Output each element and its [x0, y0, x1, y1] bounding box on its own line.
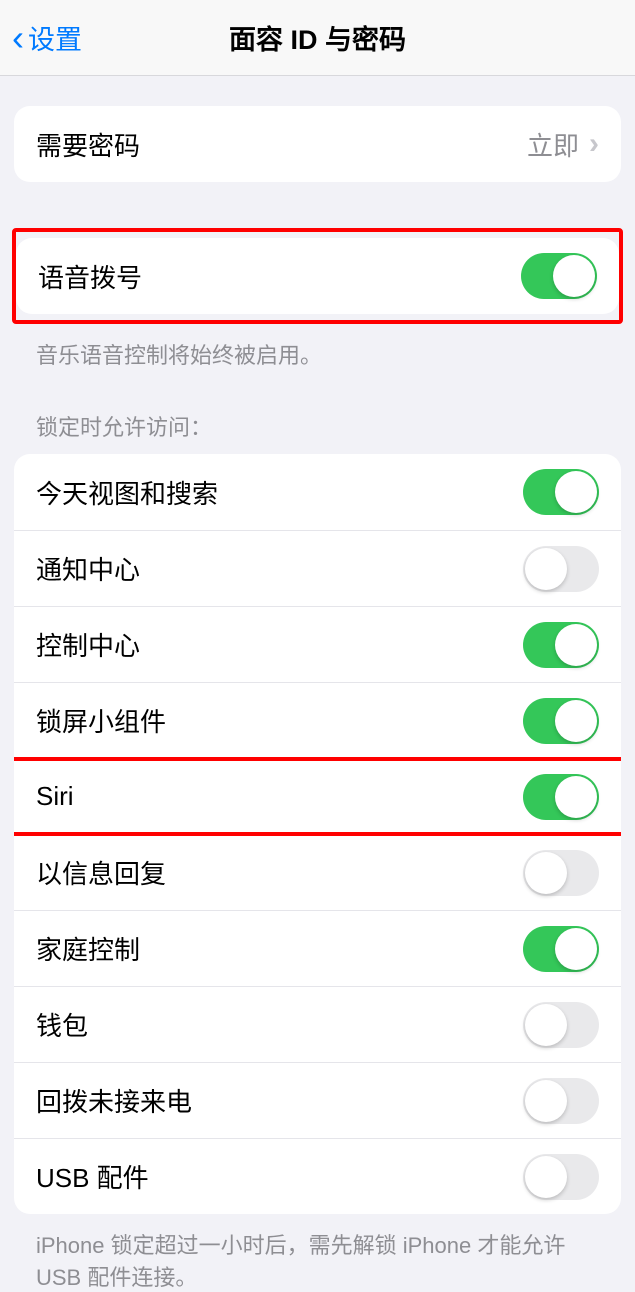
usb-accessories-label: USB 配件: [36, 1158, 149, 1195]
today-view-toggle[interactable]: [523, 469, 599, 515]
today-view-row: 今天视图和搜索: [14, 454, 621, 530]
notification-center-toggle[interactable]: [523, 546, 599, 592]
wallet-toggle[interactable]: [523, 1002, 599, 1048]
reply-with-message-row: 以信息回复: [14, 834, 621, 910]
voice-dial-footer: 音乐语音控制将始终被启用。: [14, 324, 621, 370]
return-missed-calls-row: 回拨未接来电: [14, 1062, 621, 1138]
siri-row: Siri: [14, 758, 621, 834]
today-view-label: 今天视图和搜索: [36, 474, 218, 511]
usb-accessories-toggle[interactable]: [523, 1154, 599, 1200]
siri-toggle[interactable]: [523, 774, 599, 820]
notification-center-row: 通知中心: [14, 530, 621, 606]
reply-with-message-label: 以信息回复: [36, 854, 166, 891]
home-control-label: 家庭控制: [36, 930, 140, 967]
voice-dial-group: 语音拨号: [16, 238, 619, 314]
voice-dial-row: 语音拨号: [16, 238, 619, 314]
require-passcode-row[interactable]: 需要密码 立即 ›: [14, 106, 621, 182]
notification-center-label: 通知中心: [36, 550, 140, 587]
control-center-toggle[interactable]: [523, 622, 599, 668]
lock-screen-widgets-row: 锁屏小组件: [14, 682, 621, 758]
chevron-right-icon: ›: [589, 127, 599, 161]
navigation-bar: ‹ 设置 面容 ID 与密码: [0, 0, 635, 76]
wallet-row: 钱包: [14, 986, 621, 1062]
usb-accessories-row: USB 配件: [14, 1138, 621, 1214]
lock-screen-widgets-toggle[interactable]: [523, 698, 599, 744]
lock-screen-widgets-label: 锁屏小组件: [36, 702, 166, 739]
wallet-label: 钱包: [36, 1006, 88, 1043]
home-control-toggle[interactable]: [523, 926, 599, 972]
siri-label: Siri: [36, 781, 74, 812]
require-passcode-label: 需要密码: [36, 126, 140, 163]
locked-access-group: 今天视图和搜索 通知中心 控制中心 锁屏小组件 Siri 以信息回复 家庭控制: [14, 454, 621, 1214]
require-passcode-group: 需要密码 立即 ›: [14, 106, 621, 182]
voice-dial-label: 语音拨号: [38, 258, 142, 295]
voice-dial-toggle[interactable]: [521, 253, 597, 299]
locked-access-header: 锁定时允许访问：: [14, 370, 621, 454]
control-center-row: 控制中心: [14, 606, 621, 682]
usb-footer: iPhone 锁定超过一小时后，需先解锁 iPhone 才能允许 USB 配件连…: [14, 1214, 621, 1292]
return-missed-calls-toggle[interactable]: [523, 1078, 599, 1124]
reply-with-message-toggle[interactable]: [523, 850, 599, 896]
require-passcode-value: 立即: [527, 126, 579, 163]
back-label: 设置: [28, 18, 82, 57]
page-title: 面容 ID 与密码: [229, 18, 406, 57]
highlight-voice-dial: 语音拨号: [12, 228, 623, 324]
home-control-row: 家庭控制: [14, 910, 621, 986]
return-missed-calls-label: 回拨未接来电: [36, 1082, 192, 1119]
chevron-left-icon: ‹: [12, 17, 24, 59]
control-center-label: 控制中心: [36, 626, 140, 663]
back-button[interactable]: ‹ 设置: [0, 17, 82, 59]
